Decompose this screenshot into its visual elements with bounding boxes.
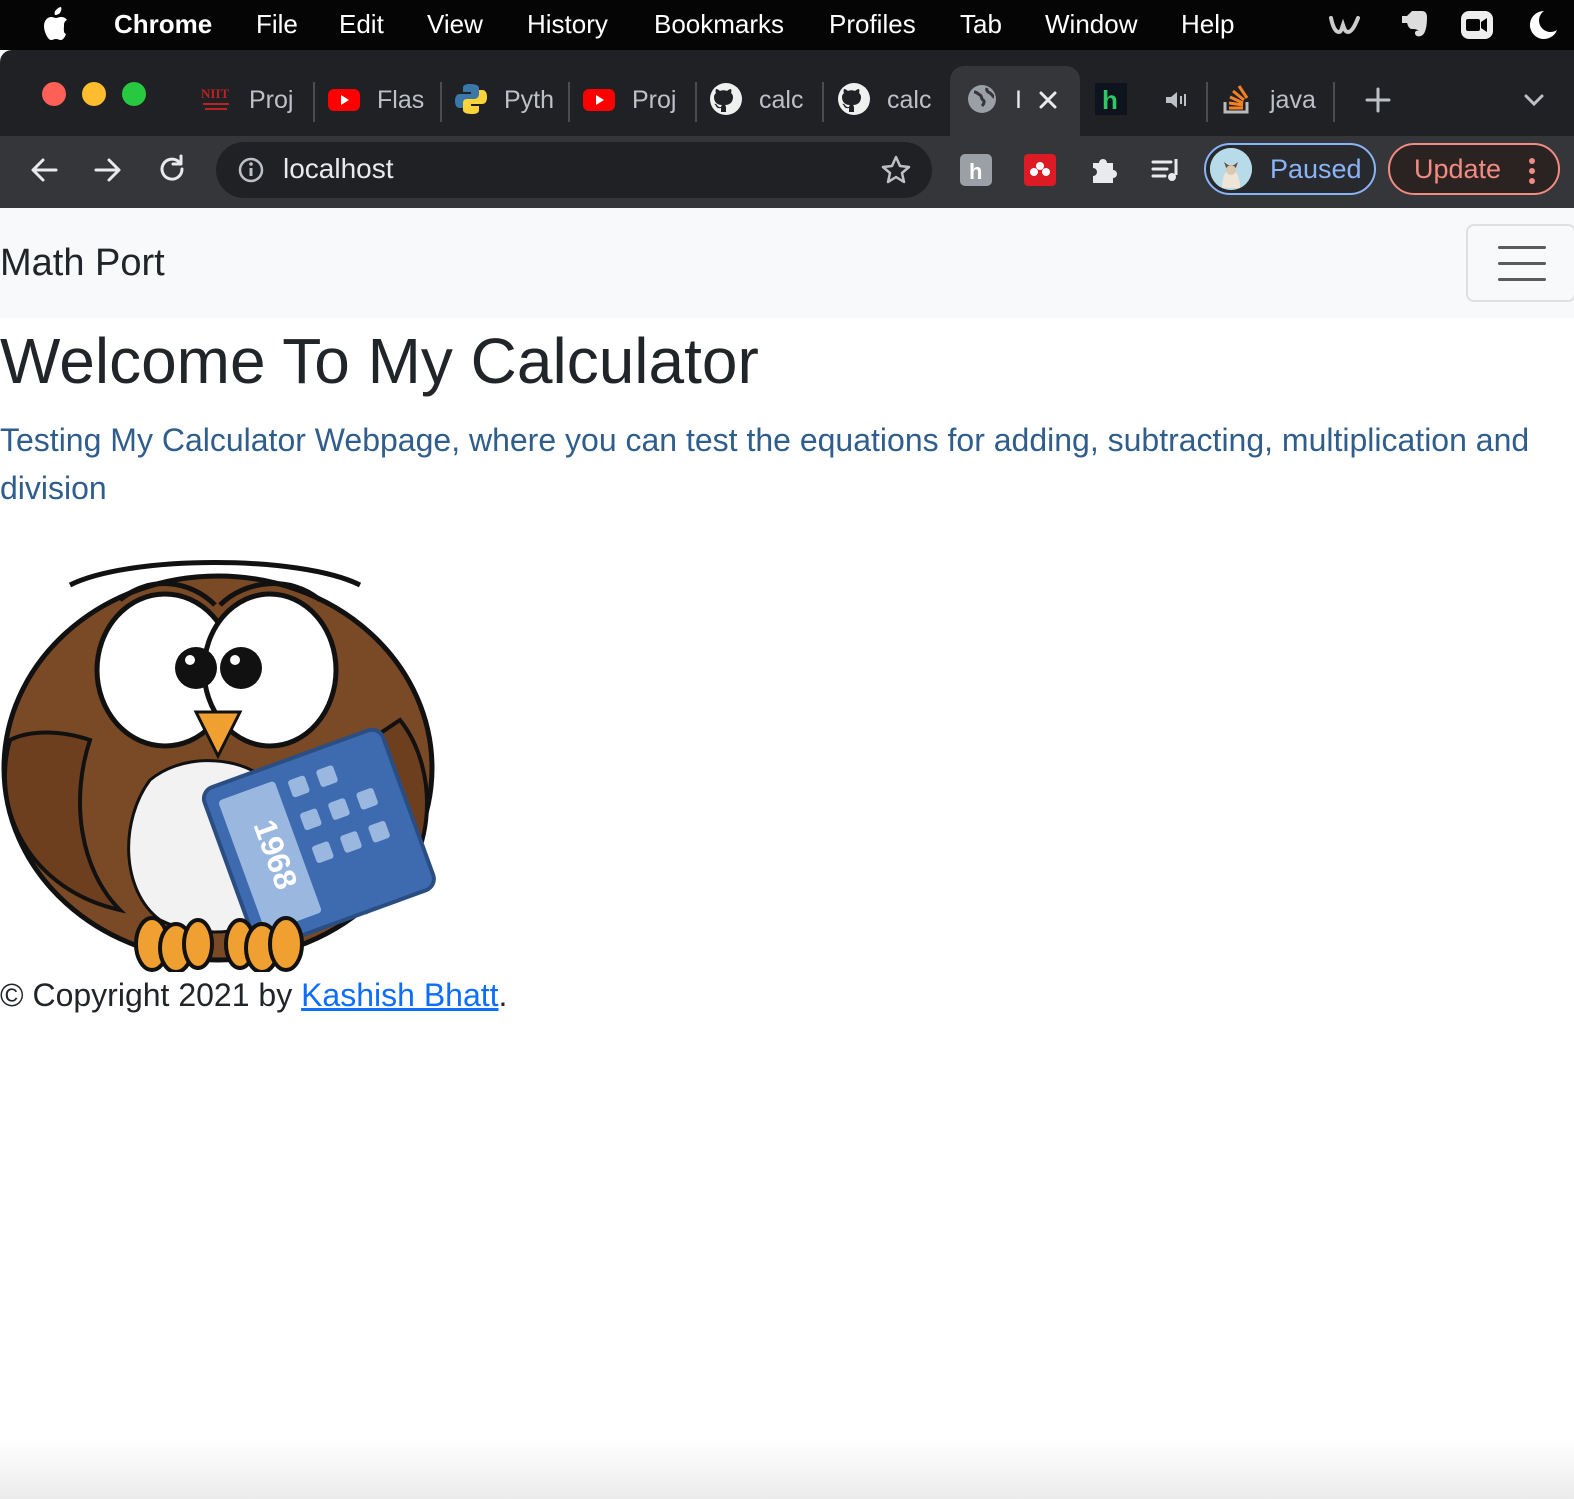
github-icon (710, 83, 742, 115)
hamburger-icon (1498, 246, 1546, 249)
bookmark-star-icon[interactable] (880, 154, 912, 186)
tab-title: Flas (377, 86, 425, 114)
tab-title: Proj (632, 86, 677, 114)
hamburger-icon (1498, 278, 1546, 281)
author-link[interactable]: Kashish Bhatt (301, 977, 498, 1013)
window-minimize-button[interactable] (82, 82, 106, 106)
navbar (0, 208, 1574, 318)
tab-title: Proj (249, 86, 294, 114)
hamburger-icon (1498, 262, 1546, 265)
tab-audio-icon[interactable] (1164, 88, 1190, 112)
tab-8[interactable]: java (1220, 80, 1320, 120)
window-zoom-button[interactable] (122, 82, 146, 106)
apple-icon[interactable] (40, 6, 74, 42)
svg-text:NIIT: NIIT (201, 86, 230, 101)
profile-status-label: Paused (1270, 154, 1362, 184)
url-text[interactable]: localhost (283, 152, 394, 186)
footer-period: . (498, 977, 508, 1013)
menu-bookmarks[interactable]: Bookmarks (654, 9, 784, 39)
menu-profiles[interactable]: Profiles (829, 9, 916, 39)
tab-separator (1333, 82, 1335, 122)
tab-7[interactable]: h H (1094, 80, 1134, 120)
github-icon (838, 83, 870, 115)
owl-calculator-image: 1968 (1, 560, 436, 972)
tab-separator (568, 82, 570, 122)
avatar (1210, 148, 1252, 190)
navbar-brand[interactable]: Math Port (0, 240, 165, 286)
tab-4[interactable]: calc (709, 80, 809, 120)
site-info-icon[interactable] (237, 156, 265, 184)
tab-separator (695, 82, 697, 122)
menu-view[interactable]: View (427, 9, 483, 39)
tab-title: I (1015, 86, 1022, 114)
window-bottom-edge (0, 1440, 1574, 1499)
tab-2[interactable]: Pyth (454, 80, 554, 120)
tab-separator (822, 82, 824, 122)
stackoverflow-icon (1223, 85, 1249, 114)
webex-icon[interactable] (1328, 8, 1362, 42)
navbar-toggler-button[interactable] (1466, 224, 1574, 302)
menu-history[interactable]: History (527, 9, 608, 39)
svg-text:h: h (969, 159, 982, 184)
macos-menu-bar: Chrome File Edit View History Bookmarks … (0, 0, 1574, 50)
tab-0[interactable]: NIIT Proj (199, 80, 299, 120)
tab-title: calc (887, 86, 932, 114)
tab-close-icon[interactable] (1036, 88, 1060, 112)
globe-icon (968, 85, 996, 113)
extension-h-icon[interactable]: h (959, 153, 993, 187)
tab-separator (313, 82, 315, 122)
menu-window[interactable]: Window (1045, 9, 1137, 39)
cat-avatar-icon (1210, 148, 1252, 190)
menu-app-name[interactable]: Chrome (114, 9, 212, 39)
copyright-text: © Copyright 2021 by (0, 977, 302, 1013)
reload-icon[interactable] (156, 153, 188, 185)
extension-mendeley-icon[interactable] (1023, 153, 1057, 187)
youtube-icon (328, 89, 360, 111)
moon-icon[interactable] (1526, 8, 1560, 42)
footer: © Copyright 2021 by Kashish Bhatt. (0, 974, 507, 1016)
tab-separator (440, 82, 442, 122)
more-vert-icon[interactable] (1528, 157, 1536, 185)
menu-edit[interactable]: Edit (339, 9, 384, 39)
youtube-icon (583, 89, 615, 111)
update-label: Update (1414, 154, 1502, 184)
tab-title: java (1270, 86, 1316, 114)
page-title: Welcome To My Calculator (0, 325, 759, 397)
zoom-icon[interactable] (1460, 8, 1494, 42)
tab-title: Pyth (504, 86, 554, 114)
tab-6-active[interactable]: I (965, 80, 1035, 120)
media-queue-icon[interactable] (1150, 153, 1184, 187)
svg-text:h: h (1102, 85, 1118, 115)
tab-separator (1206, 82, 1208, 122)
tab-3[interactable]: Proj (582, 80, 682, 120)
update-button[interactable]: Update (1388, 143, 1560, 195)
menu-help[interactable]: Help (1181, 9, 1234, 39)
profile-paused-button[interactable]: Paused (1204, 143, 1376, 195)
python-icon (455, 84, 487, 114)
menu-tab[interactable]: Tab (960, 9, 1002, 39)
forward-arrow-icon[interactable] (92, 154, 124, 186)
menu-file[interactable]: File (256, 9, 298, 39)
hackerrank-icon: h (1095, 83, 1127, 115)
tab-search-chevron-icon[interactable] (1522, 90, 1546, 110)
new-tab-icon[interactable] (1364, 86, 1392, 114)
window-close-button[interactable] (42, 82, 66, 106)
tab-title: calc (759, 86, 804, 114)
tab-5[interactable]: calc (837, 80, 937, 120)
evernote-icon[interactable] (1398, 8, 1432, 42)
page-lead-text: Testing My Calculator Webpage, where you… (0, 422, 1530, 506)
back-arrow-icon[interactable] (28, 154, 60, 186)
nmit-icon: NIIT (201, 86, 230, 110)
extensions-puzzle-icon[interactable] (1087, 153, 1121, 187)
tab-1[interactable]: Flas (327, 80, 427, 120)
